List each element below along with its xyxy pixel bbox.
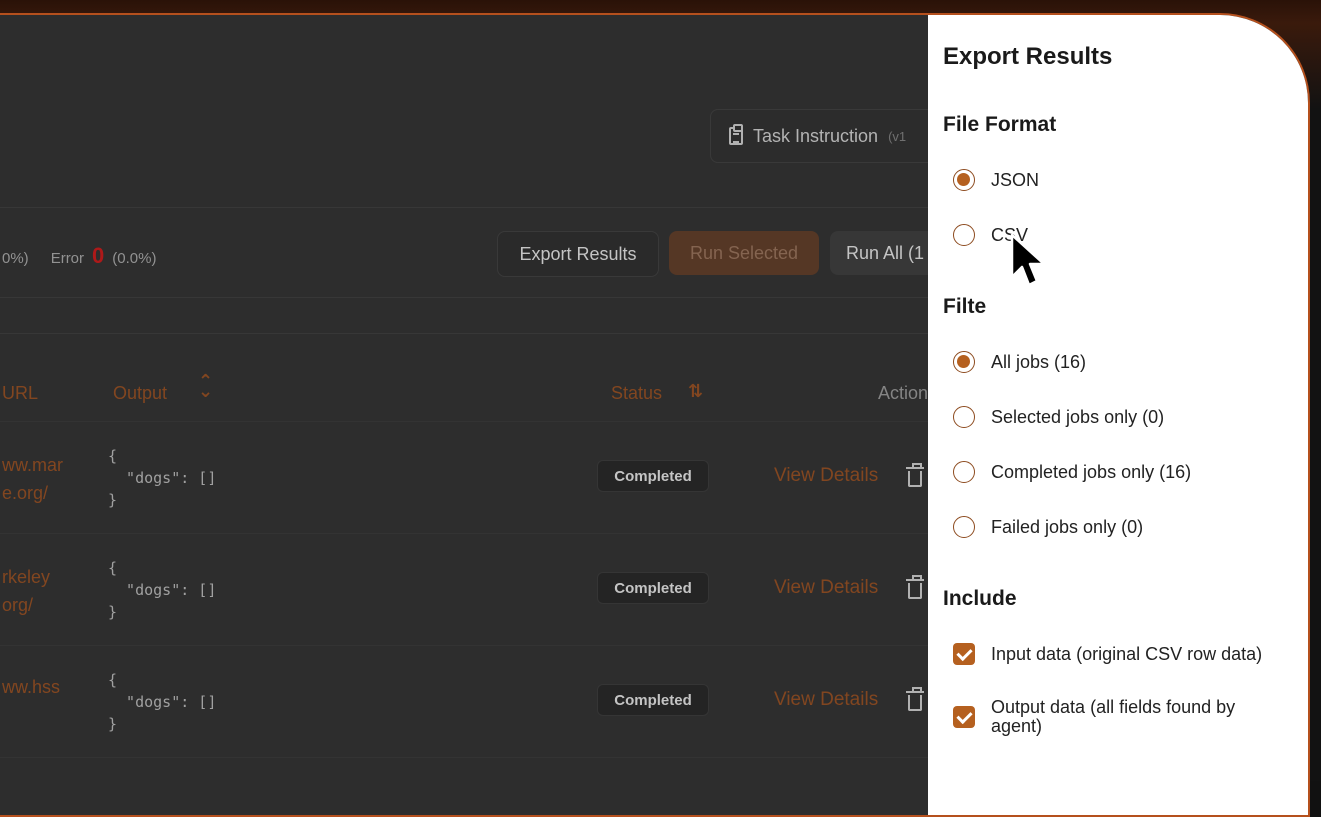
radio-csv[interactable] xyxy=(953,224,975,246)
radio-json[interactable] xyxy=(953,169,975,191)
filter-option-completed[interactable]: Completed jobs only (16) xyxy=(953,461,1191,483)
filter-option-all[interactable]: All jobs (16) xyxy=(953,351,1086,373)
format-option-label: JSON xyxy=(991,169,1040,190)
app-window: Task Instruction (v1 0%) Error 0 (0.0%) … xyxy=(0,13,1310,817)
include-option-label: Output data (all fields found by agent) xyxy=(991,697,1236,736)
filter-option-label: Selected jobs only (0) xyxy=(991,406,1165,427)
export-panel: Export Results File Format JSON CSV Filt… xyxy=(928,15,1308,815)
radio-completed-jobs[interactable] xyxy=(953,461,975,483)
include-title: Include xyxy=(943,587,1017,610)
radio-all-jobs[interactable] xyxy=(953,351,975,373)
file-format-title: File Format xyxy=(943,113,1057,136)
filter-title: Filte xyxy=(943,295,987,318)
checkbox-output-data[interactable] xyxy=(953,706,975,728)
filter-option-label: Completed jobs only (16) xyxy=(991,461,1192,482)
filter-option-selected[interactable]: Selected jobs only (0) xyxy=(953,406,1164,428)
radio-selected-jobs[interactable] xyxy=(953,406,975,428)
format-option-json[interactable]: JSON xyxy=(953,169,1039,191)
filter-option-failed[interactable]: Failed jobs only (0) xyxy=(953,516,1143,538)
checkbox-input-data[interactable] xyxy=(953,643,975,665)
panel-title: Export Results xyxy=(943,43,1113,70)
include-option-label: Input data (original CSV row data) xyxy=(991,643,1263,664)
mouse-cursor-icon xyxy=(1010,233,1046,287)
filter-option-label: All jobs (16) xyxy=(991,351,1087,372)
include-input-data[interactable]: Input data (original CSV row data) xyxy=(953,643,1262,665)
include-output-data[interactable]: Output data (all fields found by agent) xyxy=(953,698,1253,736)
radio-failed-jobs[interactable] xyxy=(953,516,975,538)
filter-option-label: Failed jobs only (0) xyxy=(991,516,1144,537)
